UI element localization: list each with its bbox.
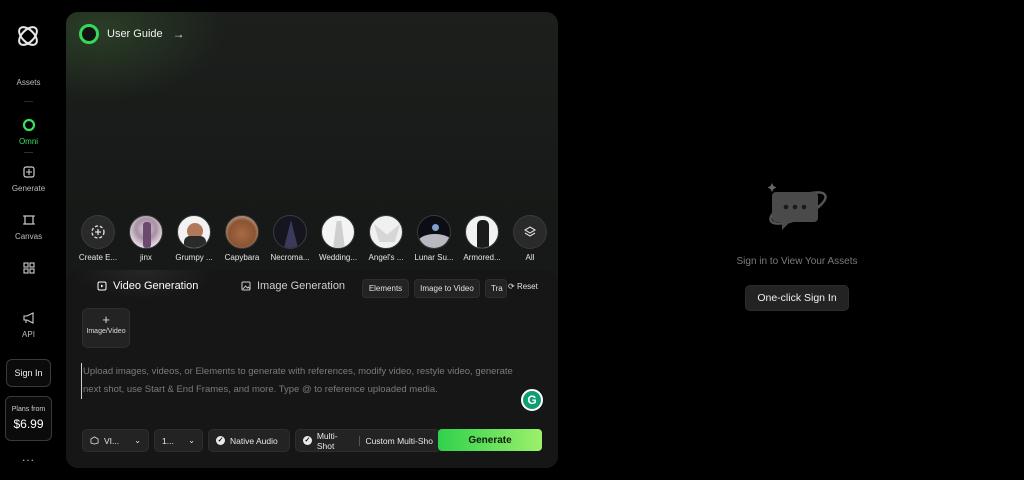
chip-grumpy[interactable]: Grumpy ... — [170, 215, 218, 262]
avatar — [417, 215, 451, 249]
chevron-down-icon: ⌄ — [188, 436, 195, 445]
plus-icon: + — [102, 312, 110, 327]
plans-label: Plans from — [11, 406, 46, 413]
chip-label: Lunar Su... — [414, 253, 454, 262]
upload-media-button[interactable]: + Image/Video — [82, 308, 130, 348]
sidebar-item-omni[interactable]: Omni — [0, 118, 57, 146]
image-icon — [241, 281, 251, 291]
plans-button[interactable]: Plans from $6.99 — [5, 396, 52, 441]
count-select-value: 1... — [162, 435, 174, 446]
multi-shot-toggle[interactable]: ✓ Multi-Shot Custom Multi-Sho — [295, 429, 441, 452]
reset-label: Reset — [516, 282, 538, 291]
one-click-sign-in-button[interactable]: One-click Sign In — [745, 285, 849, 311]
count-select[interactable]: 1... ⌄ — [154, 429, 203, 452]
chip-label: Angel's ... — [368, 253, 404, 262]
custom-multi-shot-label[interactable]: Custom Multi-Sho — [365, 436, 433, 446]
chip-label: Necroma... — [270, 253, 310, 262]
chip-capybara[interactable]: Capybara — [218, 215, 266, 262]
megaphone-icon — [22, 312, 34, 324]
transitions-pill[interactable]: Tra — [485, 279, 507, 298]
canvas-icon — [22, 215, 35, 225]
divider — [359, 435, 361, 446]
chat-bubble-planet-icon — [767, 183, 827, 230]
avatar — [465, 215, 499, 249]
generation-panel: User Guide → Create E... jinx Grumpy ...… — [66, 12, 558, 468]
tab-image-generation[interactable]: Image Generation — [241, 280, 345, 292]
assets-empty-message: Sign in to View Your Assets — [736, 256, 858, 267]
reset-button[interactable]: ⟳ Reset — [508, 282, 538, 291]
tab-label: Image Generation — [257, 280, 346, 292]
chip-label: Capybara — [224, 253, 260, 262]
sidebar-item-generate[interactable]: Generate — [0, 165, 57, 193]
chip-jinx[interactable]: jinx — [122, 215, 170, 262]
video-icon — [97, 281, 107, 291]
sidebar-item-canvas[interactable]: Canvas — [0, 213, 57, 241]
chip-create-element[interactable]: Create E... — [74, 215, 122, 262]
grid-icon — [22, 262, 35, 274]
chip-label: jinx — [139, 253, 152, 262]
chip-label: All — [525, 253, 535, 262]
avatar — [321, 215, 355, 249]
tab-video-generation[interactable]: Video Generation — [97, 280, 198, 292]
omni-ring-icon — [22, 118, 35, 132]
grammarly-badge-icon[interactable]: G — [521, 389, 543, 411]
model-icon — [90, 436, 99, 445]
native-audio-label: Native Audio — [230, 435, 278, 446]
chip-lunar[interactable]: Lunar Su... — [410, 215, 458, 262]
sidebar-item-label: Omni — [18, 137, 39, 146]
check-icon: ✓ — [303, 436, 312, 445]
check-icon: ✓ — [216, 436, 225, 445]
sidebar-item-apps[interactable] — [0, 261, 57, 280]
more-menu-icon[interactable]: ... — [0, 450, 57, 464]
chip-armored[interactable]: Armored... — [458, 215, 506, 262]
native-audio-toggle[interactable]: ✓ Native Audio — [208, 429, 290, 452]
plans-price: $6.99 — [13, 417, 44, 431]
sidebar-item-assets[interactable]: Assets — [0, 78, 57, 87]
user-guide-label: User Guide — [107, 28, 163, 40]
chip-wedding[interactable]: Wedding... — [314, 215, 362, 262]
image-to-video-pill[interactable]: Image to Video — [414, 279, 480, 298]
sidebar-item-label: Assets — [16, 78, 41, 87]
generate-icon — [22, 166, 35, 178]
chip-angels[interactable]: Angel's ... — [362, 215, 410, 262]
chip-label: Create E... — [78, 253, 118, 262]
sidebar-item-api[interactable]: API — [0, 311, 57, 339]
elements-pill[interactable]: Elements — [362, 279, 409, 298]
avatar — [225, 215, 259, 249]
create-element-icon — [81, 215, 115, 249]
chip-all[interactable]: All — [506, 215, 554, 262]
divider — [24, 152, 33, 153]
sidebar-item-label: Generate — [11, 184, 46, 193]
sign-in-button[interactable]: Sign In — [6, 359, 51, 387]
sidebar-item-label: API — [22, 330, 35, 339]
chip-label: Wedding... — [318, 253, 358, 262]
layers-icon — [513, 215, 547, 249]
multi-shot-label: Multi-Shot — [316, 430, 338, 451]
avatar — [177, 215, 211, 249]
chip-necromancer[interactable]: Necroma... — [266, 215, 314, 262]
sidebar-item-label: Canvas — [14, 232, 43, 241]
prompt-input[interactable]: Upload images, videos, or Elements to ge… — [81, 363, 531, 399]
prompt-area: Video Generation Image Generation Elemen… — [66, 270, 558, 468]
refresh-icon: ⟳ — [508, 282, 515, 291]
tab-label: Video Generation — [113, 280, 199, 292]
chip-label: Armored... — [463, 253, 501, 262]
avatar — [129, 215, 163, 249]
divider — [24, 101, 33, 102]
arrow-right-icon: → — [172, 27, 185, 41]
omni-logo-icon — [79, 24, 99, 44]
model-select[interactable]: VI... ⌄ — [82, 429, 149, 452]
chip-label: Grumpy ... — [175, 253, 213, 262]
app-logo-icon[interactable] — [14, 22, 42, 50]
chevron-down-icon: ⌄ — [134, 436, 141, 445]
generate-button[interactable]: Generate — [438, 429, 542, 451]
avatar — [369, 215, 403, 249]
left-sidebar: Assets Omni Generate Canvas API Sign In … — [0, 0, 57, 480]
upload-label: Image/Video — [86, 328, 126, 335]
element-chips: Create E... jinx Grumpy ... Capybara Nec… — [74, 215, 554, 262]
user-guide-link[interactable]: User Guide → — [79, 24, 185, 44]
avatar — [273, 215, 307, 249]
model-select-value: VI... — [104, 435, 120, 446]
